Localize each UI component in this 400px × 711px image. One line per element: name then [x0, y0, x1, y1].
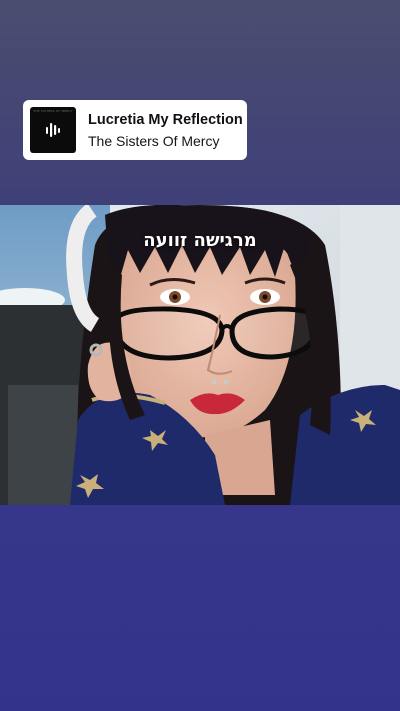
audio-waveform-icon	[46, 123, 60, 137]
story-caption: מרגישה זוועה	[143, 230, 257, 251]
track-title: Lucretia My Reflection	[88, 111, 243, 128]
album-cover: THE SISTERS OF MERCY	[30, 107, 76, 153]
music-sticker[interactable]: THE SISTERS OF MERCY Lucretia My Reflect…	[23, 100, 247, 160]
cover-band-text: THE SISTERS OF MERCY	[33, 109, 73, 113]
track-artist: The Sisters Of Mercy	[88, 132, 220, 149]
